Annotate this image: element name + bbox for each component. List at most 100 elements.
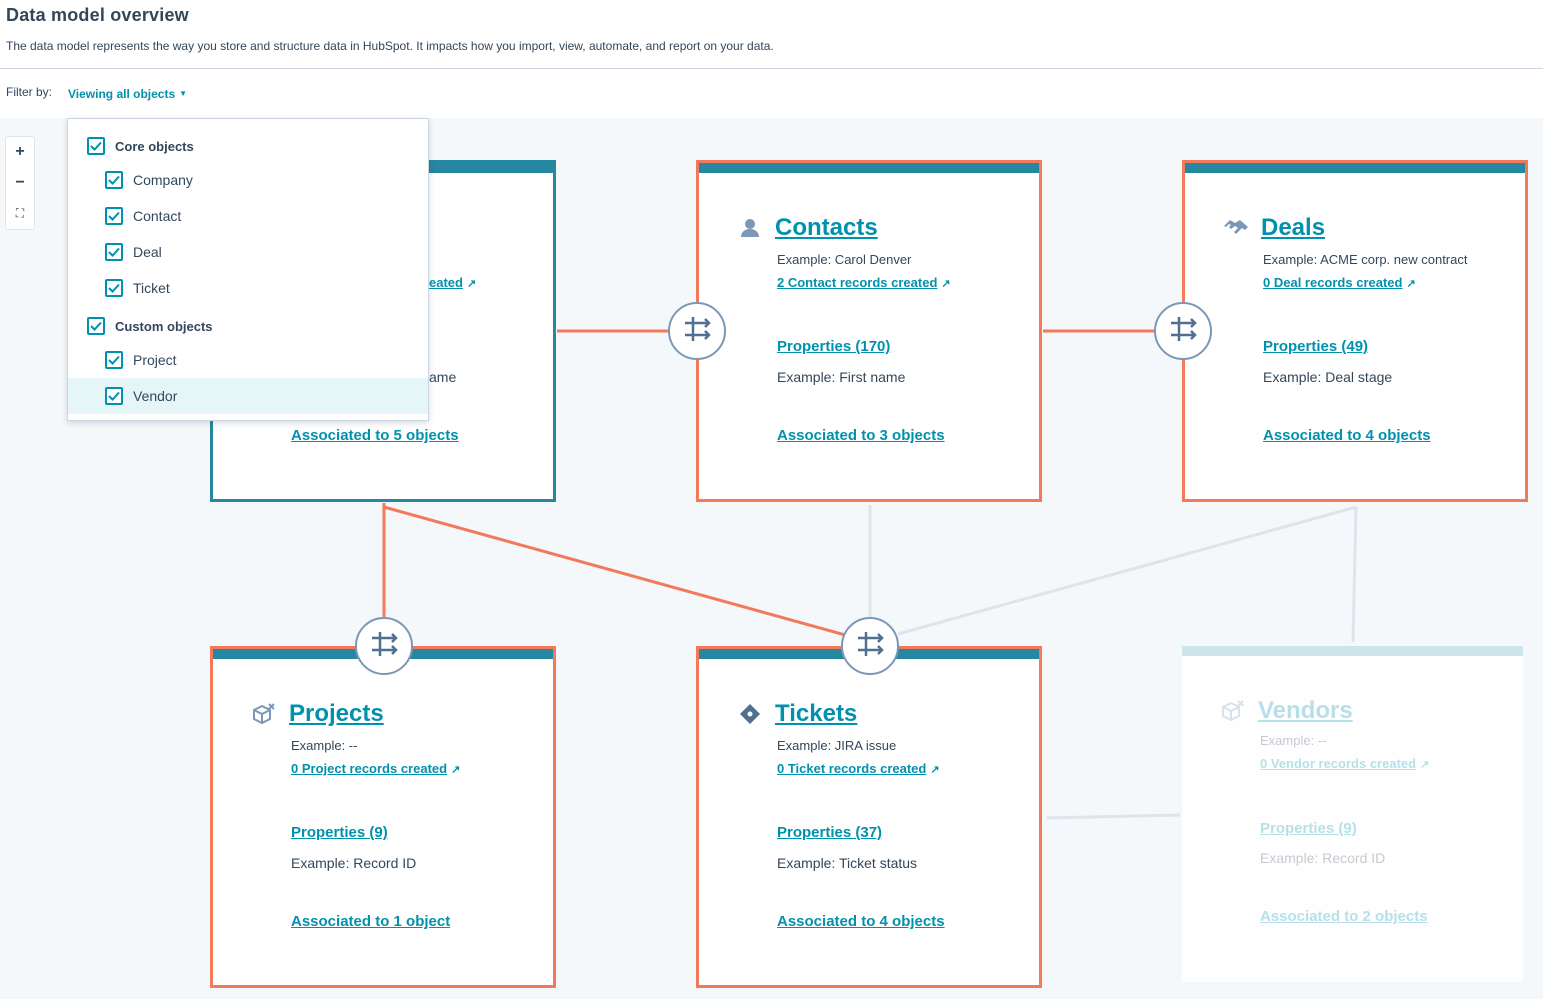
- companies-associated-link[interactable]: Associated to 5 objects: [291, 427, 459, 444]
- vendors-properties-link[interactable]: Properties (9): [1260, 820, 1357, 837]
- dropdown-item-label: Company: [133, 172, 193, 188]
- contacts-records-label: 2 Contact records created: [777, 275, 938, 290]
- link-tickets-vendors: [1046, 813, 1181, 820]
- projects-records-label: 0 Project records created: [291, 761, 448, 776]
- external-link-icon: ↗: [451, 764, 461, 776]
- link-deals-tickets: [897, 505, 1357, 636]
- companies-records-link[interactable]: eated ↗: [429, 275, 476, 290]
- tickets-example: Example: JIRA issue: [777, 738, 897, 753]
- tickets-records-link[interactable]: 0 Ticket records created ↗: [777, 761, 940, 776]
- card-header-bar: [1182, 646, 1523, 656]
- tickets-property-example: Example: Ticket status: [777, 855, 918, 871]
- checkbox-checked-icon[interactable]: [105, 279, 123, 297]
- dropdown-group-label: Core objects: [115, 138, 194, 154]
- contacts-properties-link[interactable]: Properties (170): [777, 338, 890, 355]
- contacts-title-row: Contacts: [737, 213, 878, 243]
- vendors-records-link[interactable]: 0 Vendor records created ↗: [1260, 756, 1429, 771]
- dropdown-item-label: Contact: [133, 208, 182, 224]
- projects-properties-link[interactable]: Properties (9): [291, 824, 388, 841]
- checkbox-checked-icon[interactable]: [105, 351, 123, 369]
- card-deals: Deals Example: ACME corp. new contract 0…: [1182, 160, 1528, 502]
- checkbox-checked-icon[interactable]: [105, 387, 123, 405]
- dropdown-item-contact[interactable]: Contact: [68, 198, 428, 234]
- association-icon: [681, 315, 713, 348]
- zoom-out-button[interactable]: −: [6, 169, 34, 197]
- tickets-title-row: Tickets: [737, 699, 857, 729]
- checkbox-checked-icon[interactable]: [105, 171, 123, 189]
- association-hub-projects[interactable]: [355, 617, 413, 675]
- association-icon: [1167, 315, 1199, 348]
- card-header-bar: [699, 163, 1039, 173]
- projects-records-link[interactable]: 0 Project records created ↗: [291, 761, 460, 776]
- link-deals-vendors: [1351, 506, 1358, 643]
- vendors-records-label: 0 Vendor records created: [1260, 756, 1417, 771]
- dropdown-item-deal[interactable]: Deal: [68, 234, 428, 270]
- projects-title[interactable]: Projects: [289, 700, 384, 728]
- vendors-example: Example: --: [1260, 733, 1327, 748]
- contacts-records-link[interactable]: 2 Contact records created ↗: [777, 275, 951, 290]
- card-header-bar: [1185, 163, 1525, 173]
- external-link-icon: ↗: [1420, 759, 1430, 771]
- fit-view-button[interactable]: ⛶: [6, 199, 34, 227]
- zoom-in-button[interactable]: +: [6, 138, 34, 166]
- deals-properties-link[interactable]: Properties (49): [1263, 338, 1368, 355]
- association-hub-contacts[interactable]: [668, 302, 726, 360]
- external-link-icon: ↗: [930, 764, 940, 776]
- dropdown-group-custom-objects[interactable]: Custom objects: [68, 308, 428, 344]
- association-icon: [368, 630, 400, 663]
- checkbox-checked-icon[interactable]: [105, 243, 123, 261]
- deals-title-row: Deals: [1223, 213, 1325, 243]
- dropdown-group-label: Custom objects: [115, 318, 213, 334]
- tickets-associated-link[interactable]: Associated to 4 objects: [777, 913, 945, 930]
- handshake-icon: [1223, 217, 1249, 239]
- companies-records-fragment: eated: [429, 275, 463, 290]
- filter-dropdown-menu: Core objects Company Contact Deal Ticket…: [67, 118, 429, 421]
- deals-title[interactable]: Deals: [1261, 214, 1325, 242]
- projects-title-row: Projects: [251, 699, 384, 729]
- contacts-property-example: Example: First name: [777, 369, 906, 385]
- checkbox-checked-icon[interactable]: [87, 137, 105, 155]
- contacts-associated-link[interactable]: Associated to 3 objects: [777, 427, 945, 444]
- link-companies-tickets: [383, 505, 857, 640]
- companies-property-example: ame: [429, 369, 457, 385]
- deals-records-link[interactable]: 0 Deal records created ↗: [1263, 275, 1416, 290]
- dropdown-item-vendor[interactable]: Vendor: [68, 378, 428, 414]
- tickets-title[interactable]: Tickets: [775, 700, 857, 728]
- tickets-records-label: 0 Ticket records created: [777, 761, 927, 776]
- dropdown-item-project[interactable]: Project: [68, 342, 428, 378]
- association-hub-tickets[interactable]: [841, 617, 899, 675]
- checkbox-checked-icon[interactable]: [87, 317, 105, 335]
- external-link-icon: ↗: [941, 278, 951, 290]
- contacts-example: Example: Carol Denver: [777, 252, 912, 267]
- dropdown-item-label: Ticket: [133, 280, 170, 296]
- cube-icon: [251, 703, 277, 725]
- deals-records-label: 0 Deal records created: [1263, 275, 1403, 290]
- external-link-icon: ↗: [466, 278, 477, 290]
- card-contacts: Contacts Example: Carol Denver 2 Contact…: [696, 160, 1042, 502]
- tickets-properties-link[interactable]: Properties (37): [777, 824, 882, 841]
- ticket-icon: [737, 703, 763, 725]
- association-hub-deals[interactable]: [1154, 302, 1212, 360]
- vendors-associated-link[interactable]: Associated to 2 objects: [1260, 908, 1428, 925]
- dropdown-item-ticket[interactable]: Ticket: [68, 270, 428, 306]
- vendors-title-row: Vendors: [1220, 696, 1353, 726]
- contacts-title[interactable]: Contacts: [775, 214, 878, 242]
- dropdown-group-core-objects[interactable]: Core objects: [68, 128, 428, 164]
- deals-example: Example: ACME corp. new contract: [1263, 252, 1468, 267]
- zoom-controls: + − ⛶: [5, 136, 35, 230]
- external-link-icon: ↗: [1406, 278, 1416, 290]
- card-tickets: Tickets Example: JIRA issue 0 Ticket rec…: [696, 646, 1042, 988]
- deals-associated-link[interactable]: Associated to 4 objects: [1263, 427, 1431, 444]
- projects-example: Example: --: [291, 738, 358, 753]
- card-projects: Projects Example: -- 0 Project records c…: [210, 646, 556, 988]
- dropdown-item-label: Deal: [133, 244, 162, 260]
- person-icon: [737, 217, 763, 239]
- checkbox-checked-icon[interactable]: [105, 207, 123, 225]
- projects-associated-link[interactable]: Associated to 1 object: [291, 913, 450, 930]
- dropdown-item-label: Vendor: [133, 388, 178, 404]
- dropdown-item-label: Project: [133, 352, 177, 368]
- vendors-title[interactable]: Vendors: [1258, 697, 1353, 725]
- card-vendors: Vendors Example: -- 0 Vendor records cre…: [1182, 646, 1523, 982]
- association-icon: [854, 630, 886, 663]
- dropdown-item-company[interactable]: Company: [68, 162, 428, 198]
